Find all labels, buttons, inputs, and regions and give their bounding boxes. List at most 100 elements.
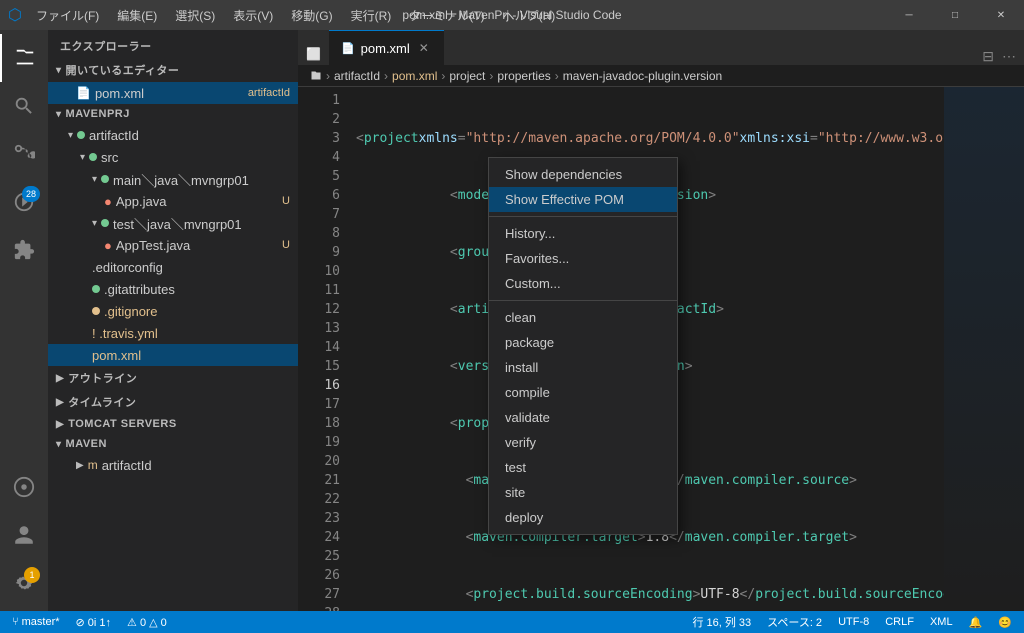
menu-go[interactable]: 移動(G)	[283, 5, 340, 26]
open-editor-status: artifactId	[248, 87, 298, 99]
remote-status[interactable]: 🔔	[965, 611, 987, 633]
dot-icon	[92, 285, 100, 293]
errors-status[interactable]: ⊘ 0i 1↑	[72, 611, 116, 633]
open-editors-chevron: ▾	[56, 65, 62, 76]
maximize-button[interactable]: □	[932, 0, 978, 30]
remote-activity-icon[interactable]	[0, 463, 48, 511]
breadcrumb-version[interactable]: maven-javadoc-plugin.version	[563, 69, 722, 83]
breadcrumb: › artifactId › pom.xml › project › prope…	[298, 65, 1024, 87]
tree-gitattributes[interactable]: .gitattributes	[48, 278, 298, 300]
ctx-verify[interactable]: verify	[489, 430, 677, 455]
breadcrumb-artifactid[interactable]: artifactId	[334, 69, 380, 83]
tomcat-header[interactable]: ▶ TOMCAT SERVERS	[48, 414, 298, 434]
scm-activity-icon[interactable]	[0, 130, 48, 178]
ctx-custom[interactable]: Custom...	[489, 271, 677, 296]
close-button[interactable]: ✕	[978, 0, 1024, 30]
ctx-separator-2	[489, 300, 677, 301]
ctx-install[interactable]: install	[489, 355, 677, 380]
timeline-header[interactable]: ▶ タイムライン	[48, 390, 298, 414]
menu-file[interactable]: ファイル(F)	[28, 5, 107, 26]
git-branch-status[interactable]: ⑂ master*	[8, 611, 64, 633]
ctx-compile[interactable]: compile	[489, 380, 677, 405]
project-label: MAVENPRJ	[66, 108, 130, 120]
tab-explorer-icon: ⬜	[306, 47, 321, 61]
project-header[interactable]: ▾ MAVENPRJ	[48, 104, 298, 124]
tree-artifactId[interactable]: ▾ artifactId	[48, 124, 298, 146]
menu-run[interactable]: 実行(R)	[343, 5, 400, 26]
ctx-site[interactable]: site	[489, 480, 677, 505]
activity-bar: 28 1	[0, 30, 48, 611]
project-chevron: ▾	[56, 109, 62, 120]
maven-artifactid[interactable]: ▶ m artifactId	[48, 454, 298, 476]
tree-test-java[interactable]: ▾ test＼java＼mvngrp01	[48, 212, 298, 234]
breadcrumb-properties[interactable]: properties	[497, 69, 550, 83]
dot-icon	[92, 307, 100, 315]
tomcat-chevron: ▶	[56, 419, 64, 430]
cursor-position-label: 行 16, 列 33	[692, 614, 751, 630]
cursor-position-status[interactable]: 行 16, 列 33	[688, 611, 755, 633]
warnings-status[interactable]: ⚠ 0 △ 0	[123, 611, 171, 633]
breadcrumb-pomxml[interactable]: pom.xml	[392, 69, 437, 83]
tree-editorconfig[interactable]: .editorconfig	[48, 256, 298, 278]
menu-edit[interactable]: 編集(E)	[109, 5, 165, 26]
language-status[interactable]: XML	[926, 611, 957, 633]
encoding-status[interactable]: UTF-8	[834, 611, 873, 633]
open-editors-header[interactable]: ▾ 開いているエディター	[48, 58, 298, 82]
tab-label: pom.xml	[361, 41, 410, 56]
menu-view[interactable]: 表示(V)	[225, 5, 281, 26]
tab-bar: ⬜ 📄 pom.xml ✕ ⊟ ⋯	[298, 30, 1024, 65]
ctx-test[interactable]: test	[489, 455, 677, 480]
ctx-clean[interactable]: clean	[489, 305, 677, 330]
open-editor-name: pom.xml	[95, 86, 144, 101]
tab-close-button[interactable]: ✕	[416, 40, 432, 56]
tab-pom-xml[interactable]: 📄 pom.xml ✕	[329, 30, 444, 65]
error-icon: ●	[104, 238, 112, 253]
explorer-activity-icon[interactable]	[0, 34, 48, 82]
tree-gitignore[interactable]: .gitignore	[48, 300, 298, 322]
spaces-status[interactable]: スペース: 2	[763, 611, 826, 633]
status-left: ⑂ master* ⊘ 0i 1↑ ⚠ 0 △ 0	[8, 611, 171, 633]
sidebar: エクスプローラー ▾ 開いているエディター 📄 pom.xml artifact…	[48, 30, 298, 611]
extensions-activity-icon[interactable]	[0, 226, 48, 274]
dot-icon	[101, 219, 109, 227]
breadcrumb-root[interactable]	[310, 70, 322, 82]
tree-apptest-java[interactable]: ● AppTest.java U	[48, 234, 298, 256]
status-right: 行 16, 列 33 スペース: 2 UTF-8 CRLF XML 🔔 😊	[688, 611, 1016, 633]
ctx-validate[interactable]: validate	[489, 405, 677, 430]
minimize-button[interactable]: ─	[886, 0, 932, 30]
ctx-favorites[interactable]: Favorites...	[489, 246, 677, 271]
tab-file-icon: 📄	[341, 42, 355, 55]
ctx-show-dependencies[interactable]: Show dependencies	[489, 162, 677, 187]
tree-app-java[interactable]: ● App.java U	[48, 190, 298, 212]
search-activity-icon[interactable]	[0, 82, 48, 130]
breadcrumb-project[interactable]: project	[449, 69, 485, 83]
ctx-deploy[interactable]: deploy	[489, 505, 677, 530]
tree-pom-xml[interactable]: pom.xml	[48, 344, 298, 366]
accounts-activity-icon[interactable]	[0, 511, 48, 559]
ctx-history[interactable]: History...	[489, 221, 677, 246]
window-title: pom.xml - MavenPrj - Visual Studio Code	[402, 8, 621, 22]
tree-src[interactable]: ▾ src	[48, 146, 298, 168]
settings-activity-icon[interactable]: 1	[0, 559, 48, 607]
debug-activity-icon[interactable]: 28	[0, 178, 48, 226]
feedback-status[interactable]: 😊	[994, 611, 1016, 633]
ctx-show-effective-pom[interactable]: Show Effective POM	[489, 187, 677, 212]
split-editor-icon[interactable]: ⊟	[982, 48, 994, 65]
ctx-package[interactable]: package	[489, 330, 677, 355]
line-numbers: 12345 678910 1112131415 16 17181920 2122…	[298, 87, 348, 611]
settings-badge: 1	[24, 567, 40, 583]
open-editor-icon: 📄	[76, 86, 91, 100]
code-line-1: <project xmlns="http://maven.apache.org/…	[348, 129, 944, 148]
open-editor-item-pom[interactable]: 📄 pom.xml artifactId	[48, 82, 298, 104]
maven-header[interactable]: ▾ MAVEN	[48, 434, 298, 454]
more-icon[interactable]: ⋯	[1002, 48, 1016, 65]
timeline-chevron: ▶	[56, 397, 64, 408]
tree-main-java[interactable]: ▾ main＼java＼mvngrp01	[48, 168, 298, 190]
outline-header[interactable]: ▶ アウトライン	[48, 366, 298, 390]
tree-travis[interactable]: ! .travis.yml	[48, 322, 298, 344]
menu-select[interactable]: 選択(S)	[167, 5, 223, 26]
code-line-9: <project.build.sourceEncoding>UTF-8</pro…	[348, 585, 944, 604]
dot-icon	[77, 131, 85, 139]
line-ending-status[interactable]: CRLF	[881, 611, 918, 633]
dot-icon	[89, 153, 97, 161]
